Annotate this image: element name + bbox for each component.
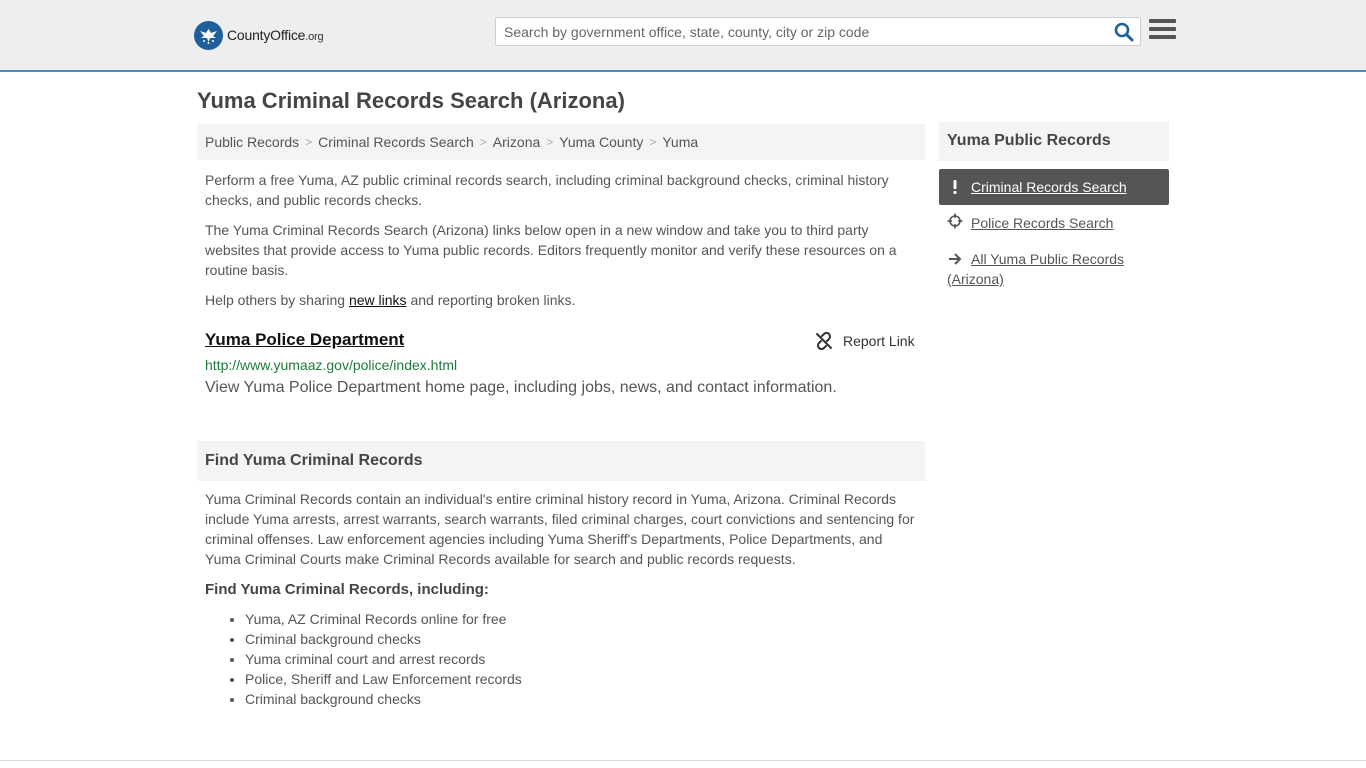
breadcrumb-separator-icon: > (649, 135, 657, 149)
breadcrumb-yuma[interactable]: Yuma (662, 134, 698, 150)
find-section-body: Yuma Criminal Records contain an individ… (205, 491, 915, 567)
result-url: http://www.yumaaz.gov/police/index.html (205, 357, 458, 373)
sidebar-item-label: Criminal Records Search (971, 179, 1127, 195)
broken-link-icon (816, 332, 832, 350)
breadcrumb-separator-icon: > (479, 135, 487, 149)
breadcrumb-separator-icon: > (546, 135, 554, 149)
disclaimer-paragraph: The Yuma Criminal Records Search (Arizon… (205, 222, 897, 278)
intro-paragraph: Perform a free Yuma, AZ public criminal … (205, 172, 889, 208)
breadcrumb-yuma-county[interactable]: Yuma County (559, 134, 643, 150)
list-item: Police, Sheriff and Law Enforcement reco… (245, 669, 522, 689)
page-title: Yuma Criminal Records Search (Arizona) (197, 88, 625, 113)
search-box (495, 17, 1141, 46)
hamburger-menu-icon[interactable] (1149, 19, 1176, 43)
site-header: CountyOffice.org (0, 0, 1366, 72)
find-section-subheading: Find Yuma Criminal Records, including: (205, 581, 489, 598)
list-item: Yuma criminal court and arrest records (245, 649, 522, 669)
sidebar-item-label: Police Records Search (971, 215, 1114, 231)
sidebar-heading: Yuma Public Records (939, 122, 1169, 161)
sidebar-item-criminal-records-search[interactable]: Criminal Records Search (939, 169, 1169, 205)
sidebar-item-label: All Yuma Public Records (Arizona) (947, 251, 1125, 287)
list-item: Criminal background checks (245, 689, 522, 709)
site-logo[interactable]: CountyOffice.org (194, 20, 324, 50)
find-records-list: Yuma, AZ Criminal Records online for fre… (245, 609, 522, 709)
sidebar-item-police-records-search[interactable]: Police Records Search (939, 213, 1169, 233)
eagle-seal-icon (194, 20, 223, 50)
sidebar-item-all-yuma-public-records[interactable]: All Yuma Public Records (Arizona) (939, 249, 1169, 289)
crosshair-icon (947, 213, 963, 229)
new-links-link[interactable]: new links (349, 292, 407, 308)
search-button[interactable] (1114, 22, 1134, 42)
breadcrumb-arizona[interactable]: Arizona (493, 134, 540, 150)
report-link-label: Report Link (843, 333, 915, 349)
search-icon (1114, 22, 1134, 42)
breadcrumb: Public Records > Criminal Records Search… (197, 124, 925, 160)
breadcrumb-criminal-records-search[interactable]: Criminal Records Search (318, 134, 474, 150)
report-link-button[interactable]: Report Link (815, 332, 915, 350)
exclamation-icon (947, 179, 963, 195)
result-description: View Yuma Police Department home page, i… (205, 379, 837, 396)
search-input[interactable] (496, 18, 1096, 45)
share-paragraph: Help others by sharing new links and rep… (205, 292, 576, 308)
breadcrumb-separator-icon: > (305, 135, 313, 149)
list-item: Criminal background checks (245, 629, 522, 649)
breadcrumb-public-records[interactable]: Public Records (205, 134, 299, 150)
logo-text: CountyOffice.org (227, 27, 324, 43)
footer-divider (0, 760, 1366, 761)
find-section-heading: Find Yuma Criminal Records (197, 441, 925, 481)
list-item: Yuma, AZ Criminal Records online for fre… (245, 609, 522, 629)
result-title-link[interactable]: Yuma Police Department (205, 330, 404, 350)
